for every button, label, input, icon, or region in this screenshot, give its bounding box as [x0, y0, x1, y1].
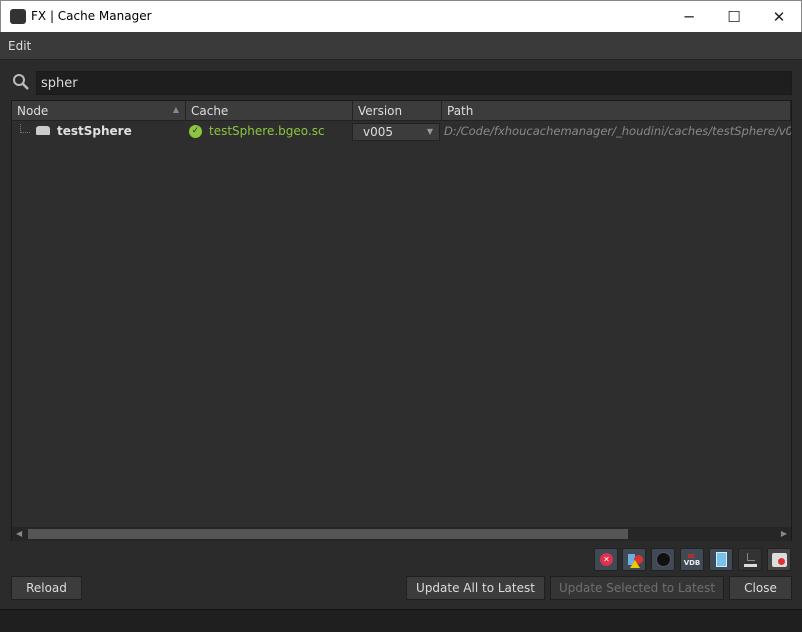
reload-button[interactable]: Reload	[11, 576, 82, 600]
check-icon: ✓	[189, 125, 202, 138]
node-name: testSphere	[57, 124, 132, 138]
file-icon[interactable]	[767, 548, 791, 571]
table-row[interactable]: testSphere ✓ testSphere.bgeo.sc v005 ▼ D…	[12, 122, 791, 141]
minimize-button[interactable]: ─	[666, 5, 712, 29]
rop-icon[interactable]	[738, 548, 762, 571]
update-selected-button[interactable]: Update Selected to Latest	[550, 576, 724, 600]
search-icon	[13, 74, 29, 90]
scroll-right-icon[interactable]: ▶	[781, 529, 787, 538]
search-input[interactable]	[36, 71, 792, 95]
close-button[interactable]: Close	[729, 576, 792, 600]
horizontal-scrollbar[interactable]: ◀ ▶	[12, 527, 791, 541]
cache-file: testSphere.bgeo.sc	[209, 124, 325, 138]
tree-branch	[20, 124, 30, 133]
usd-icon[interactable]	[709, 548, 733, 571]
cache-table: Node ▲ Cache Version Path testSphere ✓ te…	[11, 100, 792, 541]
geometry-icon[interactable]	[622, 548, 646, 571]
column-header-cache[interactable]: Cache	[186, 101, 353, 121]
remove-icon[interactable]: ✕	[594, 548, 618, 571]
window-title: FX | Cache Manager	[31, 9, 152, 23]
title-bar: FX | Cache Manager ─ ☐ ✕	[0, 0, 802, 32]
scrollbar-thumb[interactable]	[28, 529, 628, 539]
cache-path: D:/Code/fxhoucachemanager/_houdini/cache…	[444, 124, 791, 138]
close-window-button[interactable]: ✕	[756, 5, 802, 29]
update-all-button[interactable]: Update All to Latest	[406, 576, 545, 600]
node-icon	[36, 126, 50, 135]
chevron-down-icon: ▼	[426, 127, 433, 136]
maximize-button[interactable]: ☐	[711, 5, 757, 29]
vdb-icon[interactable]: ∞ VDB	[680, 548, 704, 571]
column-header-node[interactable]: Node ▲	[12, 101, 186, 121]
status-bar	[0, 609, 802, 632]
column-header-version[interactable]: Version	[353, 101, 442, 121]
menu-edit[interactable]: Edit	[8, 39, 31, 53]
app-icon	[10, 9, 26, 24]
sort-asc-icon: ▲	[172, 105, 179, 114]
scroll-left-icon[interactable]: ◀	[16, 529, 22, 538]
header-label: Node	[17, 104, 49, 118]
column-header-path[interactable]: Path	[442, 101, 791, 121]
alembic-icon[interactable]	[651, 548, 675, 571]
menu-bar: Edit	[0, 32, 802, 60]
version-dropdown[interactable]: v005 ▼	[352, 123, 440, 141]
version-value: v005	[363, 125, 394, 139]
